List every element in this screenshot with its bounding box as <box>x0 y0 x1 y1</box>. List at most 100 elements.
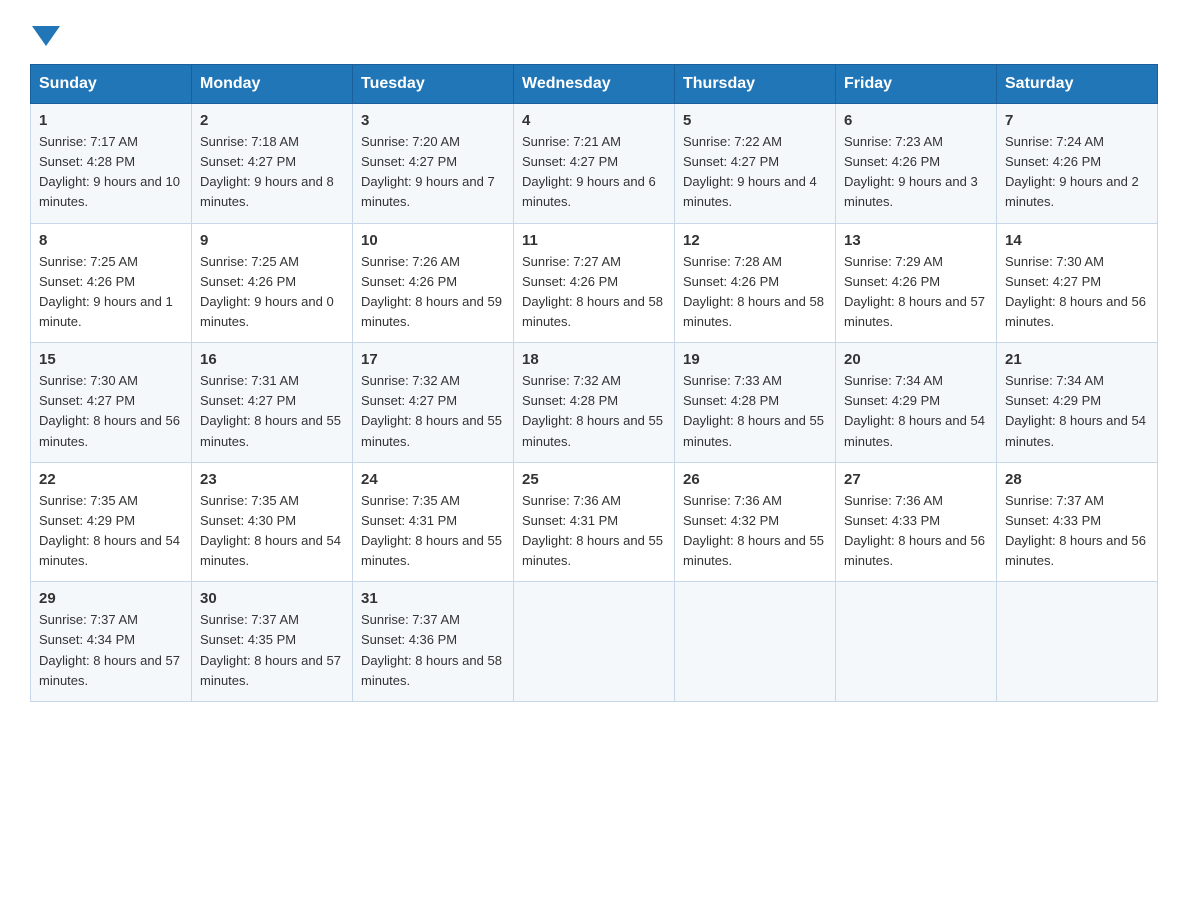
calendar-cell: 14 Sunrise: 7:30 AMSunset: 4:27 PMDayligh… <box>997 223 1158 343</box>
day-info: Sunrise: 7:23 AMSunset: 4:26 PMDaylight:… <box>844 132 988 213</box>
day-info: Sunrise: 7:30 AMSunset: 4:27 PMDaylight:… <box>39 371 183 452</box>
day-number: 31 <box>361 590 505 607</box>
day-number: 29 <box>39 590 183 607</box>
calendar-cell: 30 Sunrise: 7:37 AMSunset: 4:35 PMDayligh… <box>192 582 353 702</box>
day-info: Sunrise: 7:35 AMSunset: 4:29 PMDaylight:… <box>39 491 183 572</box>
day-number: 2 <box>200 112 344 129</box>
calendar-cell: 23 Sunrise: 7:35 AMSunset: 4:30 PMDayligh… <box>192 462 353 582</box>
day-info: Sunrise: 7:17 AMSunset: 4:28 PMDaylight:… <box>39 132 183 213</box>
calendar-week-row: 1 Sunrise: 7:17 AMSunset: 4:28 PMDaylight… <box>31 104 1158 224</box>
calendar-cell: 27Sunrise: 7:36 AMSunset: 4:33 PMDayligh… <box>836 462 997 582</box>
day-number: 26 <box>683 471 827 488</box>
calendar-cell: 16 Sunrise: 7:31 AMSunset: 4:27 PMDayligh… <box>192 343 353 463</box>
calendar-cell: 7Sunrise: 7:24 AMSunset: 4:26 PMDaylight… <box>997 104 1158 224</box>
day-info: Sunrise: 7:24 AMSunset: 4:26 PMDaylight:… <box>1005 132 1149 213</box>
calendar-cell: 20 Sunrise: 7:34 AMSunset: 4:29 PMDayligh… <box>836 343 997 463</box>
calendar-cell: 19 Sunrise: 7:33 AMSunset: 4:28 PMDayligh… <box>675 343 836 463</box>
day-number: 8 <box>39 232 183 249</box>
header-monday: Monday <box>192 65 353 104</box>
calendar-week-row: 8 Sunrise: 7:25 AMSunset: 4:26 PMDaylight… <box>31 223 1158 343</box>
day-info: Sunrise: 7:26 AMSunset: 4:26 PMDaylight:… <box>361 252 505 333</box>
header-friday: Friday <box>836 65 997 104</box>
calendar-header-row: SundayMondayTuesdayWednesdayThursdayFrid… <box>31 65 1158 104</box>
calendar-cell: 28 Sunrise: 7:37 AMSunset: 4:33 PMDayligh… <box>997 462 1158 582</box>
header-tuesday: Tuesday <box>353 65 514 104</box>
day-number: 20 <box>844 351 988 368</box>
day-info: Sunrise: 7:34 AMSunset: 4:29 PMDaylight:… <box>844 371 988 452</box>
calendar-week-row: 15 Sunrise: 7:30 AMSunset: 4:27 PMDayligh… <box>31 343 1158 463</box>
day-info: Sunrise: 7:31 AMSunset: 4:27 PMDaylight:… <box>200 371 344 452</box>
day-info: Sunrise: 7:37 AMSunset: 4:35 PMDaylight:… <box>200 610 344 691</box>
day-info: Sunrise: 7:37 AMSunset: 4:34 PMDaylight:… <box>39 610 183 691</box>
calendar-cell: 6 Sunrise: 7:23 AMSunset: 4:26 PMDaylight… <box>836 104 997 224</box>
day-info: Sunrise: 7:35 AMSunset: 4:31 PMDaylight:… <box>361 491 505 572</box>
day-number: 3 <box>361 112 505 129</box>
day-number: 25 <box>522 471 666 488</box>
calendar-cell: 21Sunrise: 7:34 AMSunset: 4:29 PMDayligh… <box>997 343 1158 463</box>
day-info: Sunrise: 7:37 AMSunset: 4:36 PMDaylight:… <box>361 610 505 691</box>
day-info: Sunrise: 7:18 AMSunset: 4:27 PMDaylight:… <box>200 132 344 213</box>
calendar-cell: 4 Sunrise: 7:21 AMSunset: 4:27 PMDaylight… <box>514 104 675 224</box>
calendar-cell: 11Sunrise: 7:27 AMSunset: 4:26 PMDayligh… <box>514 223 675 343</box>
day-number: 9 <box>200 232 344 249</box>
day-info: Sunrise: 7:32 AMSunset: 4:28 PMDaylight:… <box>522 371 666 452</box>
day-info: Sunrise: 7:30 AMSunset: 4:27 PMDaylight:… <box>1005 252 1149 333</box>
page-header <box>30 20 1158 46</box>
calendar-cell <box>675 582 836 702</box>
day-info: Sunrise: 7:36 AMSunset: 4:33 PMDaylight:… <box>844 491 988 572</box>
day-number: 17 <box>361 351 505 368</box>
day-info: Sunrise: 7:33 AMSunset: 4:28 PMDaylight:… <box>683 371 827 452</box>
calendar-cell: 2 Sunrise: 7:18 AMSunset: 4:27 PMDaylight… <box>192 104 353 224</box>
calendar-cell: 25 Sunrise: 7:36 AMSunset: 4:31 PMDayligh… <box>514 462 675 582</box>
day-number: 15 <box>39 351 183 368</box>
day-info: Sunrise: 7:36 AMSunset: 4:32 PMDaylight:… <box>683 491 827 572</box>
day-info: Sunrise: 7:25 AMSunset: 4:26 PMDaylight:… <box>200 252 344 333</box>
calendar-cell <box>836 582 997 702</box>
day-number: 1 <box>39 112 183 129</box>
day-number: 30 <box>200 590 344 607</box>
day-number: 10 <box>361 232 505 249</box>
calendar-cell <box>997 582 1158 702</box>
day-number: 16 <box>200 351 344 368</box>
day-number: 28 <box>1005 471 1149 488</box>
calendar-cell: 5 Sunrise: 7:22 AMSunset: 4:27 PMDaylight… <box>675 104 836 224</box>
day-info: Sunrise: 7:20 AMSunset: 4:27 PMDaylight:… <box>361 132 505 213</box>
calendar-cell: 10 Sunrise: 7:26 AMSunset: 4:26 PMDayligh… <box>353 223 514 343</box>
day-number: 22 <box>39 471 183 488</box>
logo-arrow-icon <box>32 26 60 46</box>
day-number: 4 <box>522 112 666 129</box>
header-thursday: Thursday <box>675 65 836 104</box>
day-info: Sunrise: 7:29 AMSunset: 4:26 PMDaylight:… <box>844 252 988 333</box>
day-info: Sunrise: 7:35 AMSunset: 4:30 PMDaylight:… <box>200 491 344 572</box>
day-number: 5 <box>683 112 827 129</box>
day-info: Sunrise: 7:32 AMSunset: 4:27 PMDaylight:… <box>361 371 505 452</box>
header-saturday: Saturday <box>997 65 1158 104</box>
day-number: 23 <box>200 471 344 488</box>
day-number: 18 <box>522 351 666 368</box>
day-number: 6 <box>844 112 988 129</box>
day-number: 13 <box>844 232 988 249</box>
header-wednesday: Wednesday <box>514 65 675 104</box>
calendar-cell: 17 Sunrise: 7:32 AMSunset: 4:27 PMDayligh… <box>353 343 514 463</box>
calendar-cell: 24 Sunrise: 7:35 AMSunset: 4:31 PMDayligh… <box>353 462 514 582</box>
day-info: Sunrise: 7:37 AMSunset: 4:33 PMDaylight:… <box>1005 491 1149 572</box>
calendar-cell: 22 Sunrise: 7:35 AMSunset: 4:29 PMDayligh… <box>31 462 192 582</box>
day-number: 19 <box>683 351 827 368</box>
day-number: 14 <box>1005 232 1149 249</box>
day-number: 24 <box>361 471 505 488</box>
day-info: Sunrise: 7:34 AMSunset: 4:29 PMDaylight:… <box>1005 371 1149 452</box>
calendar-cell: 8 Sunrise: 7:25 AMSunset: 4:26 PMDaylight… <box>31 223 192 343</box>
calendar-week-row: 22 Sunrise: 7:35 AMSunset: 4:29 PMDayligh… <box>31 462 1158 582</box>
logo <box>30 20 60 46</box>
calendar-table: SundayMondayTuesdayWednesdayThursdayFrid… <box>30 64 1158 702</box>
calendar-cell: 18 Sunrise: 7:32 AMSunset: 4:28 PMDayligh… <box>514 343 675 463</box>
day-number: 11 <box>522 232 666 249</box>
calendar-cell: 3 Sunrise: 7:20 AMSunset: 4:27 PMDaylight… <box>353 104 514 224</box>
day-info: Sunrise: 7:25 AMSunset: 4:26 PMDaylight:… <box>39 252 183 333</box>
day-info: Sunrise: 7:36 AMSunset: 4:31 PMDaylight:… <box>522 491 666 572</box>
day-info: Sunrise: 7:22 AMSunset: 4:27 PMDaylight:… <box>683 132 827 213</box>
calendar-cell: 1 Sunrise: 7:17 AMSunset: 4:28 PMDaylight… <box>31 104 192 224</box>
day-info: Sunrise: 7:21 AMSunset: 4:27 PMDaylight:… <box>522 132 666 213</box>
calendar-cell: 15 Sunrise: 7:30 AMSunset: 4:27 PMDayligh… <box>31 343 192 463</box>
calendar-cell: 12Sunrise: 7:28 AMSunset: 4:26 PMDayligh… <box>675 223 836 343</box>
